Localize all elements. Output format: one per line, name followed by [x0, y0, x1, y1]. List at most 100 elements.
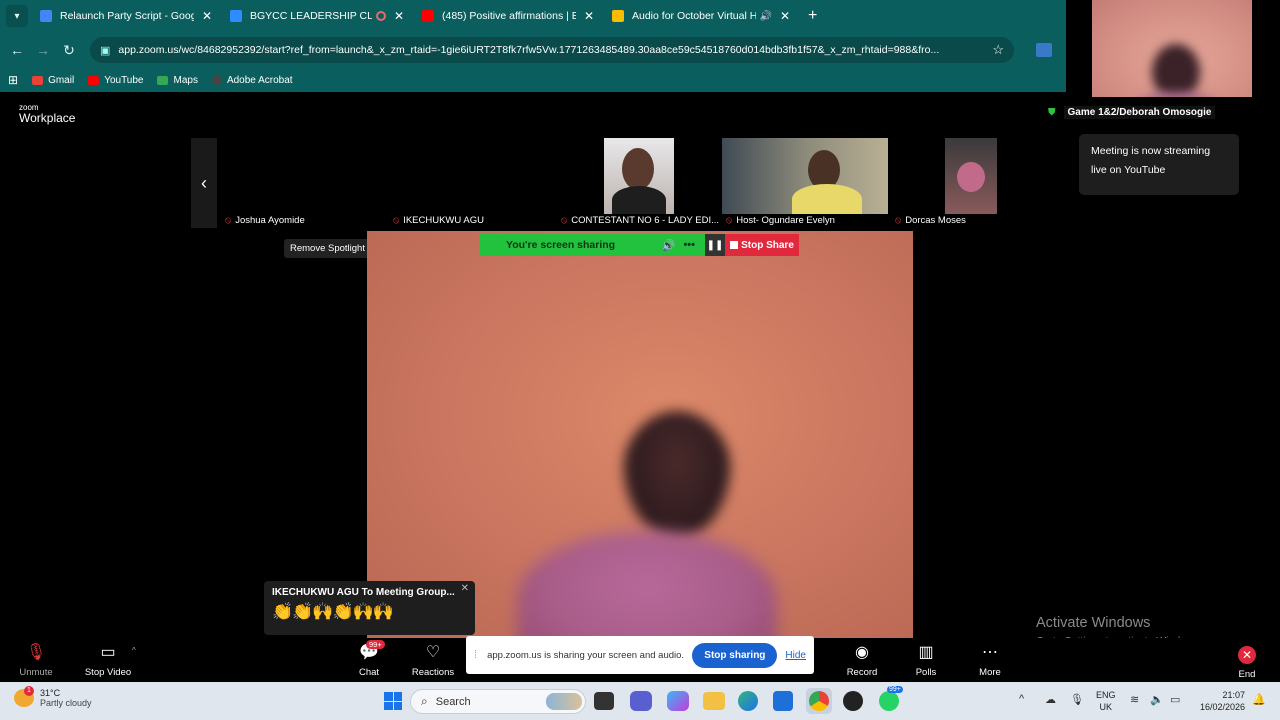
video-options-chevron-icon[interactable]: ^ [132, 646, 136, 655]
self-name-label: ⛊ Game 1&2/Deborah Omosogie [1048, 106, 1216, 119]
address-bar[interactable]: ▣ app.zoom.us/wc/84682952392/start?ref_f… [90, 37, 1014, 63]
participant-face [957, 162, 985, 192]
participant-name: ⦸ IKECHUKWU AGU [389, 213, 549, 228]
participant-tile[interactable]: ⦸ IKECHUKWU AGU [389, 138, 549, 230]
remove-spotlight-button[interactable]: Remove Spotlight [284, 239, 371, 258]
wifi-icon[interactable]: ≋ [1130, 693, 1139, 706]
search-label: Search [435, 695, 471, 708]
screen-share-bar: You're screen sharing 🔊 ••• ❚❚ Stop Shar… [480, 234, 800, 256]
tab-title: Audio for October Virtual H [632, 10, 756, 22]
chatgpt-icon[interactable] [843, 691, 863, 711]
participant-video [722, 138, 888, 214]
notification-bell-icon[interactable]: 🔔 [1252, 693, 1266, 706]
weather-widget[interactable]: 1 31°C Partly cloudy [14, 686, 92, 708]
more-button[interactable]: ⋯ More [974, 642, 1006, 678]
chat-label: Chat [358, 667, 380, 678]
chrome-icon [809, 691, 829, 711]
close-tab-icon[interactable]: ✕ [392, 9, 406, 23]
language-indicator[interactable]: ENG UK [1096, 689, 1116, 713]
reload-icon[interactable]: ↻ [56, 42, 82, 59]
stop-video-button[interactable]: ▭ Stop Video [82, 642, 134, 678]
browser-tab[interactable]: (485) Positive affirmations | BG ✕ [414, 0, 604, 32]
close-tab-icon[interactable]: ✕ [582, 9, 596, 23]
battery-icon[interactable]: ▭ [1170, 693, 1180, 706]
bookmark-maps[interactable]: Maps [157, 75, 198, 86]
share-more-icon[interactable]: ••• [683, 239, 695, 251]
end-meeting-button[interactable]: ✕ End [1236, 646, 1258, 680]
participant-tile[interactable]: ⦸ CONTESTANT NO 6 - LADY EDI... [557, 138, 720, 230]
volume-icon[interactable]: 🔈 [1150, 693, 1164, 706]
apps-grid-icon[interactable]: ⊞ [8, 73, 18, 87]
zoom-favicon-icon [230, 10, 242, 22]
muted-mic-icon: ⦸ [561, 215, 568, 226]
reactions-button[interactable]: ♡ Reactions [410, 642, 456, 678]
url-text: app.zoom.us/wc/84682952392/start?ref_fro… [118, 44, 940, 56]
store-icon[interactable] [773, 691, 793, 711]
stop-sharing-button[interactable]: Stop sharing [692, 642, 778, 668]
browser-tab[interactable]: Relaunch Party Script - Google ✕ [32, 0, 222, 32]
new-tab-icon[interactable]: + [808, 7, 817, 25]
participant-tile[interactable]: ⦸ Joshua Ayomide [221, 138, 381, 230]
windows-start-icon[interactable] [384, 692, 402, 710]
end-label: End [1238, 669, 1256, 680]
participant-name-text: IKECHUKWU AGU [403, 215, 484, 226]
translate-icon[interactable] [1036, 43, 1052, 57]
share-audio-icon[interactable]: 🔊 [662, 239, 676, 252]
task-view-icon[interactable] [594, 692, 614, 710]
video-camera-icon: ▭ [100, 644, 116, 661]
stop-share-button[interactable]: Stop Share [725, 234, 799, 256]
bookmark-youtube[interactable]: YouTube [88, 75, 143, 86]
site-info-icon[interactable]: ▣ [100, 44, 110, 57]
file-explorer-icon[interactable] [703, 692, 725, 710]
back-icon[interactable]: ← [4, 42, 30, 58]
logo-product-text: Workplace [19, 111, 76, 125]
participant-name-text: CONTESTANT NO 6 - LADY EDI... [571, 215, 720, 226]
taskbar-search[interactable]: ⌕ Search [410, 689, 586, 714]
bookmark-gmail[interactable]: Gmail [32, 75, 74, 86]
hide-link[interactable]: Hide [785, 650, 806, 661]
teams-icon[interactable] [630, 691, 652, 711]
tab-search-button[interactable]: ▾ [6, 5, 28, 27]
pause-share-button[interactable]: ❚❚ [705, 234, 725, 256]
lang-line-2: UK [1099, 702, 1113, 712]
unmute-button[interactable]: 🎙 Unmute [14, 642, 58, 678]
chrome-task-active[interactable] [806, 688, 832, 714]
muted-mic-icon: ⦸ [225, 215, 232, 226]
lang-line-1: ENG [1096, 690, 1116, 700]
close-notification-icon[interactable]: ✕ [461, 583, 469, 594]
bar-chart-icon: ▥ [918, 644, 934, 661]
search-icon: ⌕ [421, 694, 428, 708]
chat-notification[interactable]: IKECHUKWU AGU To Meeting Group... 👏👏🙌👏🙌🙌… [264, 581, 475, 635]
reactions-label: Reactions [411, 667, 455, 678]
clock-time: 21:07 [1222, 690, 1245, 700]
microphone-icon[interactable]: 🎙 [1070, 693, 1084, 706]
zoom-meeting-area: zoom Workplace ‹ ⦸ Joshua Ayomide ⦸ IKECHU… [0, 97, 1280, 687]
show-hidden-icons-icon[interactable]: ^ [1019, 693, 1024, 705]
muted-mic-icon: ⦸ [895, 215, 902, 226]
streaming-notice: Meeting is now streaming live on YouTube [1079, 134, 1239, 195]
chat-button[interactable]: 💬 99+ Chat [354, 640, 385, 678]
close-tab-icon[interactable]: ✕ [200, 9, 214, 23]
bookmark-adobe-acrobat[interactable]: Adobe Acrobat [211, 75, 293, 86]
tab-title: BGYCC LEADERSHIP CLASS [250, 10, 372, 22]
bookmark-star-icon[interactable]: ☆ [992, 42, 1004, 58]
close-tab-icon[interactable]: ✕ [778, 9, 792, 23]
participant-tile-host[interactable]: ⦸ Host- Ogundare Evelyn [722, 138, 888, 230]
system-clock[interactable]: 21:07 16/02/2026 [1200, 689, 1245, 713]
polls-button[interactable]: ▥ Polls [910, 642, 942, 678]
browser-tab-active[interactable]: BGYCC LEADERSHIP CLASS ✕ [222, 0, 414, 32]
copilot-icon[interactable] [667, 691, 689, 711]
forward-icon[interactable]: → [30, 42, 56, 58]
edge-icon[interactable] [738, 691, 758, 711]
browser-tab[interactable]: Audio for October Virtual H 🔊 ✕ [604, 0, 800, 32]
stop-square-icon [730, 241, 739, 249]
drag-handle-icon[interactable]: ⁞ [474, 649, 477, 661]
record-button[interactable]: ◉ Record [842, 642, 882, 678]
onedrive-icon[interactable]: ☁ [1045, 693, 1056, 706]
whatsapp-badge: 99+ [887, 686, 903, 693]
share-status-text: You're screen sharing [506, 239, 616, 251]
whatsapp-icon[interactable]: 99+ [879, 686, 903, 711]
participant-tile[interactable]: ⦸ Dorcas Moses [891, 138, 999, 230]
bookmarks-bar: ⊞ Gmail YouTube Maps Adobe Acrobat [0, 68, 1066, 92]
strip-prev-icon[interactable]: ‹ [191, 138, 217, 228]
